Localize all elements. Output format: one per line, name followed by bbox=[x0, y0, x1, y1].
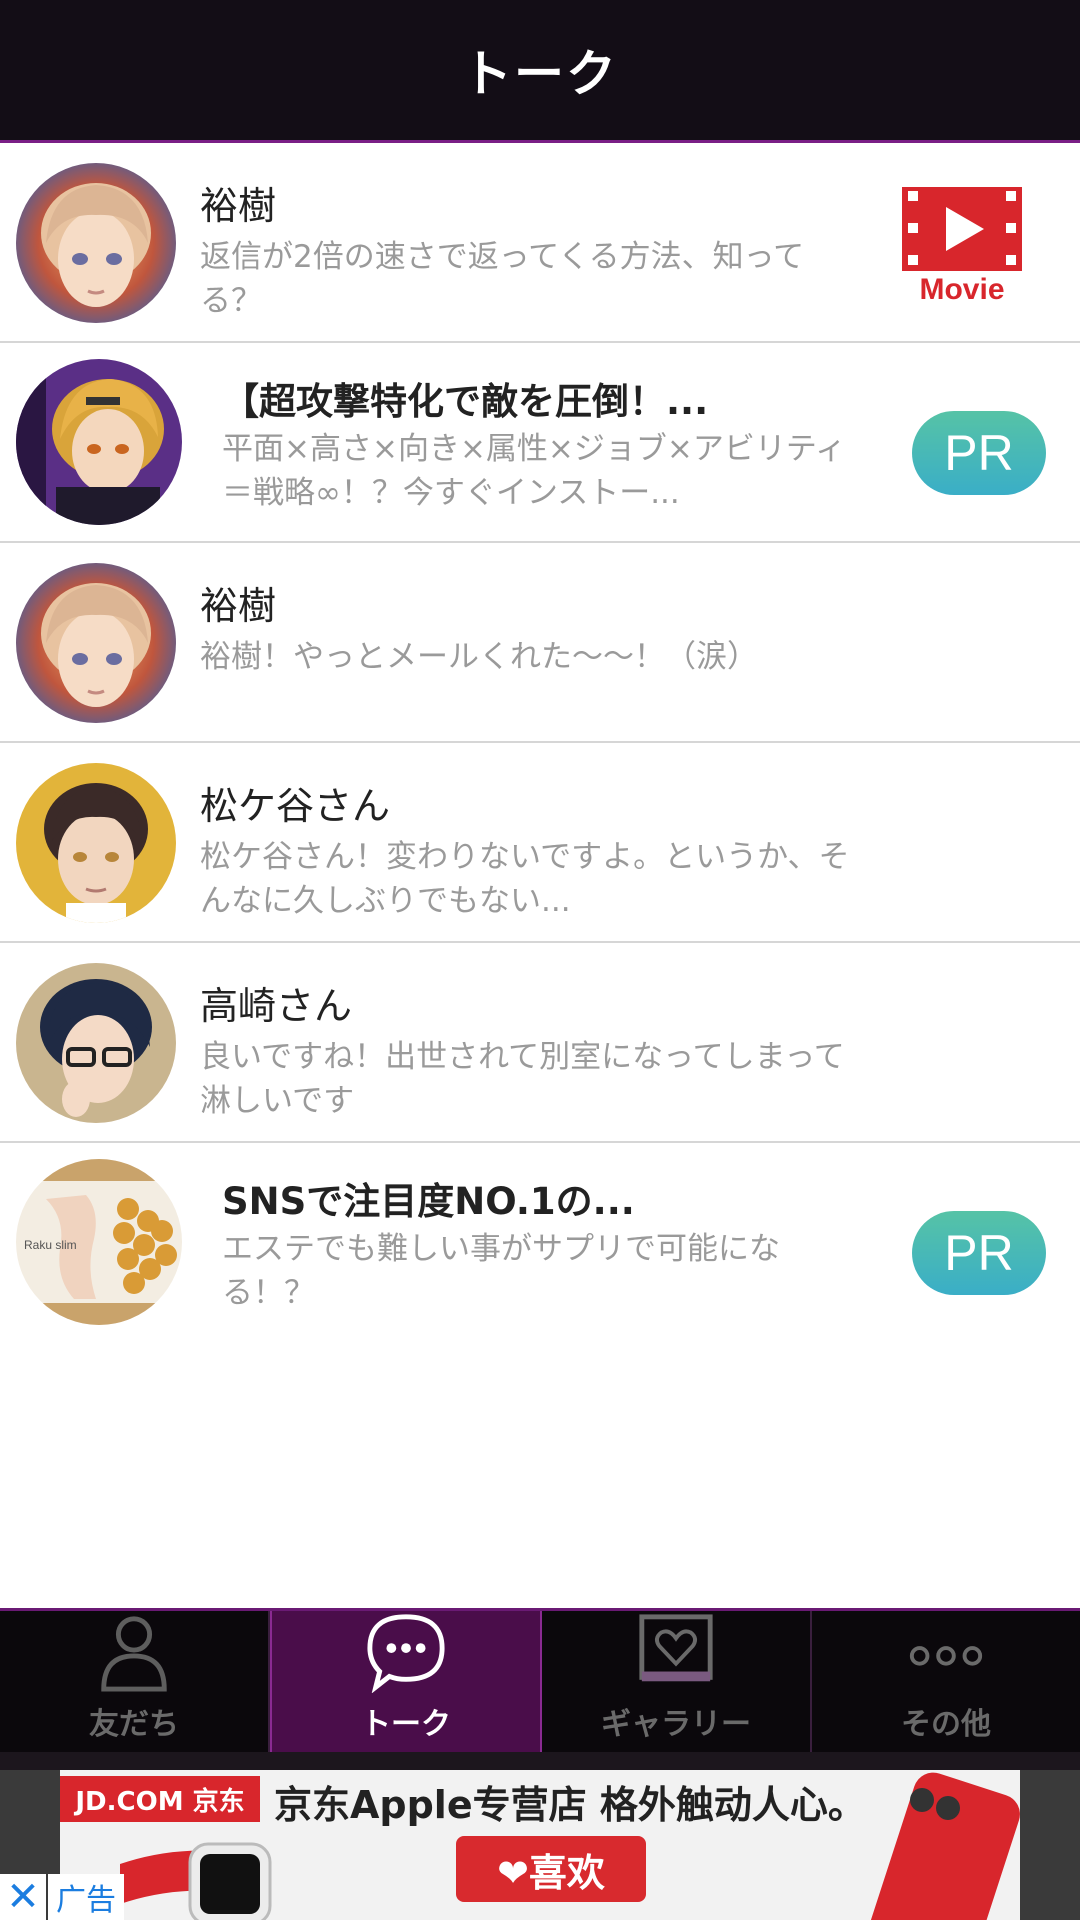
tab-label: ギャラリー bbox=[601, 1707, 751, 1742]
tab-gallery[interactable]: ギャラリー bbox=[542, 1611, 812, 1755]
talk-name: 裕樹 bbox=[200, 584, 277, 628]
svg-text:Raku slim: Raku slim bbox=[24, 1238, 77, 1252]
pr-badge: PR bbox=[912, 1211, 1046, 1295]
talk-row[interactable]: 高崎さん 良いですね！出世されて別室になってしまって淋しいです bbox=[0, 943, 1080, 1143]
more-dots-icon bbox=[909, 1646, 983, 1666]
header-bar: トーク bbox=[0, 0, 1080, 143]
talk-preview: 平面×高さ×向き×属性×ジョブ×アビリティ＝戦略∞！？今すぐインストー... bbox=[222, 431, 847, 511]
tab-label: トーク bbox=[361, 1707, 451, 1742]
tab-talk[interactable]: トーク bbox=[270, 1611, 542, 1755]
heart-gallery-icon bbox=[639, 1614, 713, 1682]
avatar-matsugaya bbox=[16, 763, 176, 923]
close-icon[interactable]: ✕ bbox=[0, 1874, 46, 1920]
talk-name: 松ケ谷さん bbox=[200, 784, 391, 828]
pr-badge: PR bbox=[912, 411, 1046, 495]
avatar-ad-game bbox=[16, 359, 182, 525]
avatar-yuki bbox=[16, 163, 176, 323]
talk-name: 裕樹 bbox=[200, 184, 277, 228]
person-icon bbox=[101, 1616, 167, 1692]
tab-label: 友だち bbox=[89, 1707, 179, 1742]
bottom-nav: 友だち トーク ギャラリー その他 bbox=[0, 1608, 1080, 1755]
chat-bubble-icon bbox=[367, 1614, 445, 1693]
talk-row[interactable]: 松ケ谷さん 松ケ谷さん！変わりないですよ。というか、そんなに久しぶりでもない..… bbox=[0, 743, 1080, 943]
tab-friends[interactable]: 友だち bbox=[0, 1611, 270, 1755]
talk-row-ad[interactable]: 【超攻撃特化で敵を圧倒！... 平面×高さ×向き×属性×ジョブ×アビリティ＝戦略… bbox=[0, 343, 1080, 543]
ad-brand: JD.COM 京东 bbox=[60, 1776, 260, 1822]
svg-text:Movie: Movie bbox=[919, 273, 1004, 305]
page-title: トーク bbox=[462, 45, 618, 103]
talk-name: 【超攻撃特化で敵を圧倒！... bbox=[222, 380, 709, 423]
ad-content[interactable]: JD.COM 京东 京东Apple专营店 格外触动人心。 ❤喜欢 bbox=[60, 1770, 1020, 1920]
talk-preview: エステでも難しい事がサプリで可能になる！？ bbox=[222, 1231, 780, 1311]
like-button[interactable]: ❤喜欢 bbox=[456, 1836, 646, 1902]
talk-row[interactable]: 裕樹 裕樹！やっとメールくれた〜〜！（涙） bbox=[0, 543, 1080, 743]
talk-name: SNSで注目度NO.1の... bbox=[222, 1180, 635, 1223]
ad-headline: 京东Apple专营店 格外触动人心。 bbox=[274, 1783, 866, 1827]
talk-preview: 松ケ谷さん！変わりないですよ。というか、そんなに久しぶりでもない... bbox=[200, 839, 850, 919]
avatar-yuki bbox=[16, 563, 176, 723]
phone-image bbox=[863, 1772, 1020, 1920]
avatar-ad-supplement: Raku slim bbox=[16, 1159, 182, 1325]
talk-row[interactable]: 裕樹 返信が2倍の速さで返ってくる方法、知ってる？ Movie bbox=[0, 143, 1080, 343]
talk-row-ad[interactable]: Raku slim SNSで注目度NO.1の... エステでも難しい事がサプリで… bbox=[0, 1143, 1080, 1341]
tab-more[interactable]: その他 bbox=[812, 1611, 1080, 1755]
tab-label: その他 bbox=[901, 1707, 991, 1742]
movie-icon[interactable]: Movie bbox=[900, 185, 1024, 306]
nav-divider bbox=[0, 1752, 1080, 1770]
talk-preview: 良いですね！出世されて別室になってしまって淋しいです bbox=[200, 1039, 845, 1119]
smartwatch-image bbox=[120, 1842, 272, 1920]
ad-label: 广告 bbox=[48, 1874, 124, 1920]
talk-preview: 返信が2倍の速さで返ってくる方法、知ってる？ bbox=[200, 239, 805, 319]
talk-name: 高崎さん bbox=[200, 984, 353, 1028]
talk-list: 裕樹 返信が2倍の速さで返ってくる方法、知ってる？ Movie 【超攻撃特化で敵… bbox=[0, 143, 1080, 1341]
avatar-takasaki bbox=[16, 963, 176, 1123]
ad-banner[interactable]: JD.COM 京东 京东Apple专营店 格外触动人心。 ❤喜欢 ✕ 广告 bbox=[0, 1770, 1080, 1920]
talk-preview: 裕樹！やっとメールくれた〜〜！（涙） bbox=[200, 639, 758, 675]
